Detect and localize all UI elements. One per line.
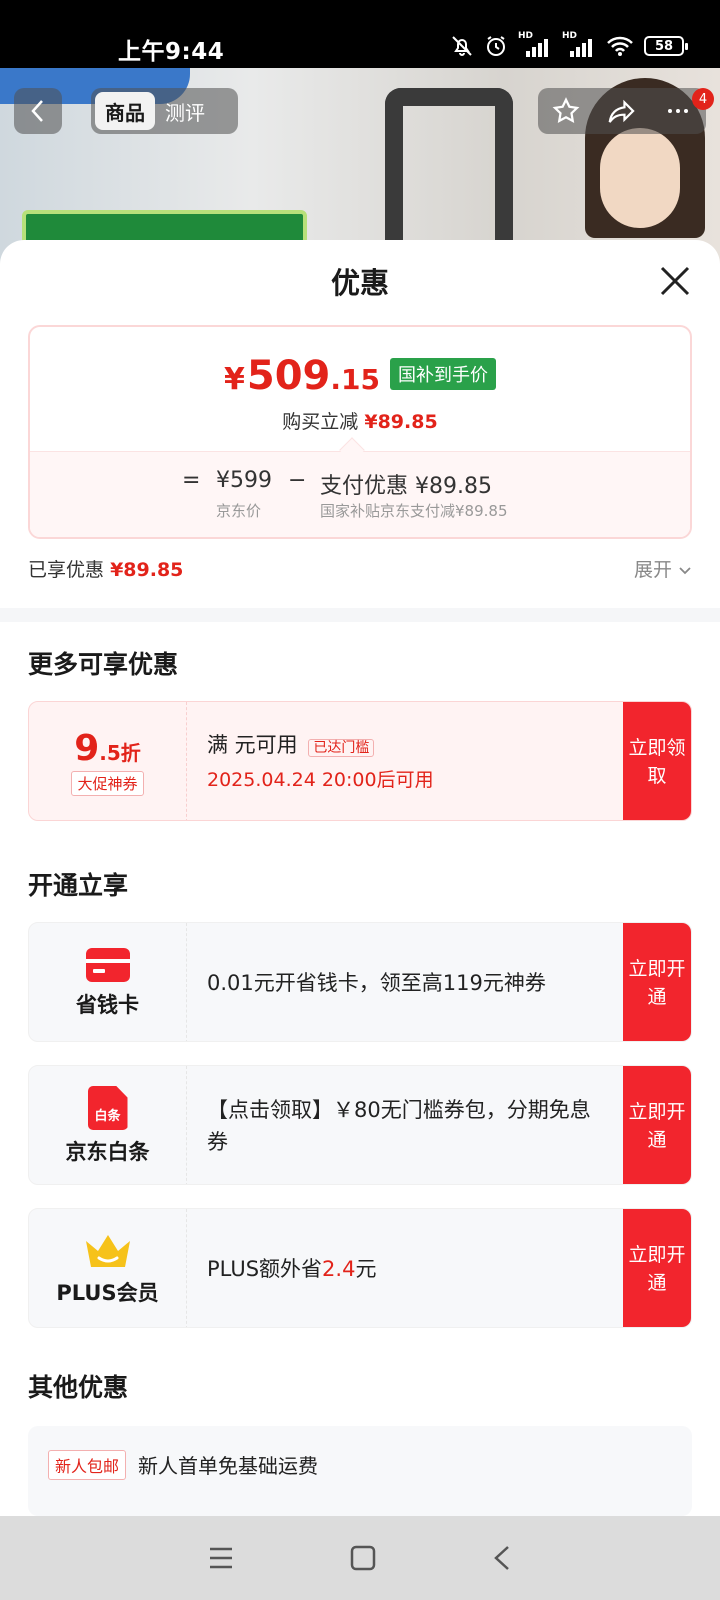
money-card-offer: 省钱卡 0.01元开省钱卡，领至高119元神券 立即开通 — [28, 922, 692, 1042]
product-actions — [538, 88, 706, 134]
plus-left: PLUS会员 — [29, 1209, 187, 1327]
subsidy-price-tag: 国补到手价 — [389, 358, 496, 390]
promo-coupon: 9.5折 大促神券 满 元可用 已达门槛 2025.04.24 20:00后可用… — [28, 701, 692, 821]
instant-discount-value: ¥89.85 — [364, 411, 438, 433]
baitiao-left: 白条 京东白条 — [29, 1066, 187, 1184]
expand-label: 展开 — [633, 559, 672, 581]
wifi-icon — [607, 36, 633, 56]
status-time: 上午9:44 — [118, 39, 225, 65]
signal-1-icon: HD — [518, 31, 552, 57]
chevron-left-icon — [31, 100, 43, 122]
product-tabs: 商品 测评 — [91, 88, 238, 134]
coupon-line1: 满 元可用 已达门槛 — [207, 729, 607, 764]
plus-member-offer: PLUS会员 PLUS额外省2.4元 立即开通 — [28, 1208, 692, 1328]
baitiao-icon: 白条 — [87, 1086, 128, 1130]
final-price: ¥ 509 .15 国补到手价 — [30, 353, 690, 399]
open-enjoy-title: 开通立享 — [28, 871, 129, 900]
discount-big: 9 — [74, 728, 100, 769]
tab-product[interactable]: 商品 — [95, 92, 155, 130]
new-user-shipping-offer: 新人包邮 新人首单免基础运费 — [28, 1426, 692, 1516]
tab-review[interactable]: 测评 — [155, 92, 215, 130]
enjoyed-value: ¥89.85 — [110, 559, 184, 581]
instant-discount: 购买立减 ¥89.85 — [30, 407, 690, 434]
threshold-reached-tag: 已达门槛 — [308, 738, 375, 757]
money-card-label: 省钱卡 — [76, 993, 139, 1017]
chevron-down-icon — [679, 567, 691, 575]
money-card-text: 0.01元开省钱卡，领至高119元神券 — [207, 971, 546, 995]
more-discounts-title: 更多可享优惠 — [28, 650, 179, 679]
price-currency: ¥ — [224, 362, 245, 397]
coupon-discount-value: 9.5折 — [74, 728, 141, 769]
coupon-badge: 大促神券 — [71, 771, 144, 796]
home-icon[interactable] — [349, 1544, 377, 1572]
discount-sheet: 优惠 ¥ 509 .15 国补到手价 购买立减 ¥89.85 = ¥599 京东… — [0, 240, 720, 1516]
baitiao-label: 京东白条 — [65, 1140, 150, 1164]
system-nav-bar — [0, 1516, 720, 1600]
plus-text-prefix: PLUS额外省 — [207, 1257, 323, 1281]
jd-price: ¥599 — [216, 468, 272, 493]
section-divider — [0, 608, 720, 622]
close-icon[interactable] — [658, 264, 692, 298]
baitiao-icon-text: 白条 — [94, 1109, 121, 1124]
discount-small: .5折 — [99, 741, 141, 765]
pay-discount-desc: 国家补贴京东支付减¥89.85 — [320, 502, 508, 520]
claim-coupon-button[interactable]: 立即领取 — [623, 702, 691, 820]
share-icon[interactable] — [606, 96, 638, 126]
other-discounts-title: 其他优惠 — [28, 1373, 129, 1402]
alarm-icon — [487, 36, 505, 56]
crown-icon — [85, 1235, 130, 1267]
model-face-image — [600, 128, 680, 228]
money-card-left: 省钱卡 — [29, 923, 187, 1041]
sheet-title: 优惠 — [330, 266, 389, 300]
baitiao-text: 【点击领取】￥80无门槛券包，分期免息券 — [207, 1098, 591, 1154]
price-integer: 509 — [246, 353, 331, 399]
open-plus-button[interactable]: 立即开通 — [623, 1209, 691, 1327]
plus-label: PLUS会员 — [56, 1281, 159, 1305]
pay-discount: 支付优惠 ¥89.85 — [320, 474, 492, 499]
baitiao-offer: 白条 京东白条 【点击领取】￥80无门槛券包，分期免息券 立即开通 — [28, 1065, 692, 1185]
status-bar: 上午9:44 HD HD 58 — [0, 0, 720, 68]
price-summary: ¥ 509 .15 国补到手价 购买立减 ¥89.85 — [30, 327, 690, 451]
plus-text-suffix: 元 — [355, 1257, 377, 1281]
minus-sign: − — [288, 468, 307, 493]
signal-2-icon: HD — [562, 31, 596, 57]
price-card: ¥ 509 .15 国补到手价 购买立减 ¥89.85 = ¥599 京东价 −… — [28, 325, 692, 539]
star-favorite-icon[interactable] — [551, 96, 581, 126]
coupon-discount: 9.5折 大促神券 — [29, 702, 187, 820]
plus-text: PLUS额外省2.4元 — [207, 1209, 607, 1327]
money-card-icon — [85, 948, 130, 982]
new-user-tag: 新人包邮 — [48, 1450, 127, 1480]
status-icons: HD HD 58 — [450, 31, 688, 58]
back-nav-icon[interactable] — [491, 1544, 513, 1572]
mute-bell-icon — [452, 36, 472, 56]
notification-badge: 4 — [692, 88, 714, 110]
coupon-valid-time: 2025.04.24 20:00后可用 — [207, 768, 434, 791]
price-decimal: .15 — [330, 363, 380, 396]
menu-icon[interactable] — [207, 1545, 235, 1571]
battery-icon: 58 — [644, 36, 688, 56]
more-icon[interactable] — [663, 96, 693, 126]
expand-button[interactable]: 展开 — [634, 555, 692, 582]
new-user-text: 新人首单免基础运费 — [138, 1454, 318, 1478]
price-breakdown: = ¥599 京东价 − 支付优惠 ¥89.85 国家补贴京东支付减¥89.85 — [30, 451, 690, 537]
open-money-card-button[interactable]: 立即开通 — [623, 923, 691, 1041]
jd-price-label: 京东价 — [216, 502, 262, 520]
coupon-details: 满 元可用 已达门槛 2025.04.24 20:00后可用 — [207, 702, 607, 820]
enjoyed-label: 已享优惠 — [28, 559, 105, 581]
enjoyed-discount: 已享优惠 ¥89.85 — [28, 555, 183, 582]
equals-sign: = — [182, 468, 201, 493]
coupon-threshold: 满 元可用 — [207, 732, 298, 757]
plus-save-amount: 2.4 — [322, 1257, 356, 1281]
open-baitiao-button[interactable]: 立即开通 — [623, 1066, 691, 1184]
instant-discount-label: 购买立减 — [282, 411, 359, 433]
back-button[interactable] — [14, 88, 62, 134]
